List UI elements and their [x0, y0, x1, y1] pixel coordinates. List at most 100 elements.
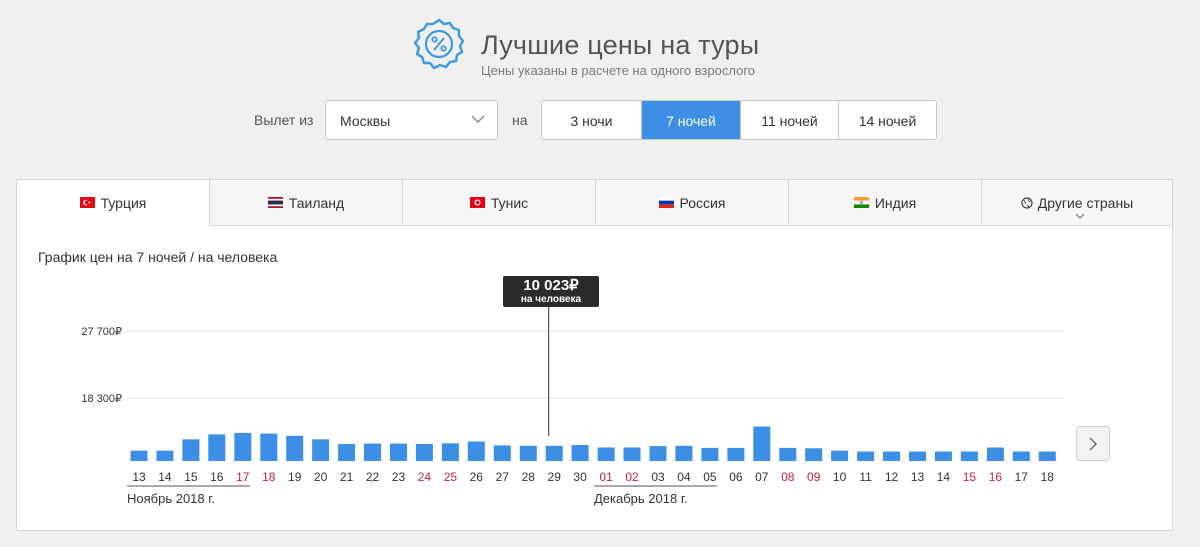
- price-bar: [364, 443, 381, 461]
- price-bar: [234, 432, 252, 461]
- country-tabs: Турция Таиланд Тунис Россия Индия Другие…: [17, 180, 1172, 226]
- x-tick-label: 18: [262, 470, 276, 484]
- x-tick-label: 21: [340, 470, 354, 484]
- price-bar: [208, 434, 226, 461]
- russia-flag-icon: [658, 197, 674, 208]
- tooltip-price: 10 023₽: [523, 277, 579, 294]
- tab-other-countries[interactable]: Другие страны: [982, 180, 1172, 226]
- month-label: Декабрь 2018 г.: [594, 491, 688, 506]
- departure-city-select[interactable]: Москвы: [325, 100, 498, 140]
- x-tick-label: 17: [1015, 470, 1029, 484]
- x-tick-label: 13: [132, 470, 146, 484]
- x-tick-label: 22: [366, 470, 380, 484]
- page-subtitle: Цены указаны в расчете на одного взросло…: [481, 63, 756, 78]
- price-bar: [909, 451, 926, 461]
- price-bar: [182, 439, 200, 461]
- departure-label: Вылет из: [254, 112, 314, 128]
- x-tick-label: 27: [496, 470, 510, 484]
- chevron-down-icon: [1075, 213, 1085, 219]
- price-bar: [753, 426, 771, 461]
- price-bar: [156, 450, 174, 461]
- x-tick-label: 06: [729, 470, 743, 484]
- tab-label: Турция: [100, 194, 147, 211]
- price-bar: [130, 450, 148, 461]
- price-bar: [805, 448, 823, 462]
- y-tick-label: 27 700₽: [81, 326, 122, 338]
- x-tick-label: 16: [989, 470, 1003, 484]
- tab-russia[interactable]: Россия: [596, 180, 789, 226]
- x-tick-label: 16: [210, 470, 224, 484]
- price-chart: 27 700₽ 18 300₽ 13 14 15 16 17 18 19 20 21 22 23 24 25…: [81, 307, 1065, 506]
- tab-label: Таиланд: [288, 194, 345, 211]
- india-flag-icon: [853, 197, 869, 208]
- price-bar: [960, 451, 978, 461]
- x-tick-label: 03: [651, 470, 665, 484]
- tab-label: Другие страны: [1037, 194, 1134, 211]
- x-tick-label: 05: [703, 470, 717, 484]
- price-bar: [390, 443, 407, 461]
- price-bar: [597, 447, 615, 461]
- nights-option-11[interactable]: 11 ночей: [741, 101, 839, 139]
- x-tick-label: 14: [158, 470, 172, 484]
- price-bar: [779, 447, 797, 461]
- x-tick-label: 11: [859, 470, 872, 484]
- tab-label: Индия: [874, 194, 917, 211]
- price-bar: [571, 445, 589, 461]
- x-tick-label: 30: [573, 470, 587, 484]
- price-bar: [883, 451, 900, 461]
- chevron-right-icon: [1089, 437, 1097, 451]
- tooltip-per-person: на человека: [520, 294, 582, 305]
- tab-tunisia[interactable]: Тунис: [403, 180, 596, 226]
- x-tick-label: 26: [470, 470, 484, 484]
- thailand-flag-icon: [267, 197, 283, 208]
- page-title: Лучшие цены на туры: [481, 30, 760, 60]
- price-bar: [467, 441, 485, 461]
- nights-option-14[interactable]: 14 ночей: [839, 101, 936, 139]
- nights-option-3[interactable]: 3 ночи: [542, 101, 642, 139]
- x-tick-label: 18: [1041, 470, 1055, 484]
- chart-next-button[interactable]: [1076, 426, 1110, 461]
- price-bar: [312, 439, 330, 461]
- x-tick-label: 10: [833, 470, 847, 484]
- turkey-flag-icon: [79, 197, 95, 208]
- page-header: Лучшие цены на туры Цены указаны в расче…: [0, 18, 1200, 78]
- tab-label: Тунис: [490, 194, 529, 211]
- x-tick-label: 07: [755, 470, 769, 484]
- search-controls: Вылет из Москвы на 3 ночи 7 ночей 11 ноч…: [0, 100, 1200, 140]
- x-tick-label: 25: [444, 470, 458, 484]
- price-bar: [338, 444, 356, 461]
- month-label: Ноябрь 2018 г.: [127, 491, 215, 506]
- x-tick-label: 12: [885, 470, 899, 484]
- x-tick-label: 19: [288, 470, 302, 484]
- y-tick-label: 18 300₽: [81, 393, 122, 405]
- price-bar: [649, 446, 667, 461]
- percent-badge-icon: [413, 18, 465, 70]
- x-tick-label: 20: [314, 470, 328, 484]
- tab-turkey[interactable]: Турция: [17, 180, 210, 226]
- nights-label: на: [512, 112, 528, 128]
- x-tick-label: 24: [418, 470, 432, 484]
- x-tick-label: 14: [937, 470, 951, 484]
- globe-icon: [1021, 196, 1033, 209]
- departure-city-value: Москвы: [340, 113, 391, 129]
- chart-title: График цен на 7 ночей / на человека: [38, 249, 278, 265]
- tab-label: Россия: [679, 194, 726, 211]
- tab-thailand[interactable]: Таиланд: [210, 180, 403, 226]
- nights-selector: 3 ночи 7 ночей 11 ночей 14 ночей: [541, 100, 937, 140]
- nights-option-7[interactable]: 7 ночей: [642, 101, 741, 139]
- x-tick-label: 09: [807, 470, 821, 484]
- price-bar: [986, 447, 1004, 461]
- price-bar: [623, 447, 641, 461]
- tab-india[interactable]: Индия: [789, 180, 982, 226]
- x-tick-label: 29: [548, 470, 562, 484]
- x-tick-label: 08: [781, 470, 795, 484]
- chevron-down-icon: [471, 115, 485, 123]
- price-bar: [286, 435, 304, 461]
- x-tick-label: 04: [677, 470, 691, 484]
- price-bar: [1012, 451, 1030, 461]
- price-bar: [857, 451, 875, 461]
- price-bar: [727, 447, 745, 461]
- price-bar: [519, 445, 537, 461]
- price-bar: [701, 447, 719, 461]
- price-bar: [831, 450, 849, 461]
